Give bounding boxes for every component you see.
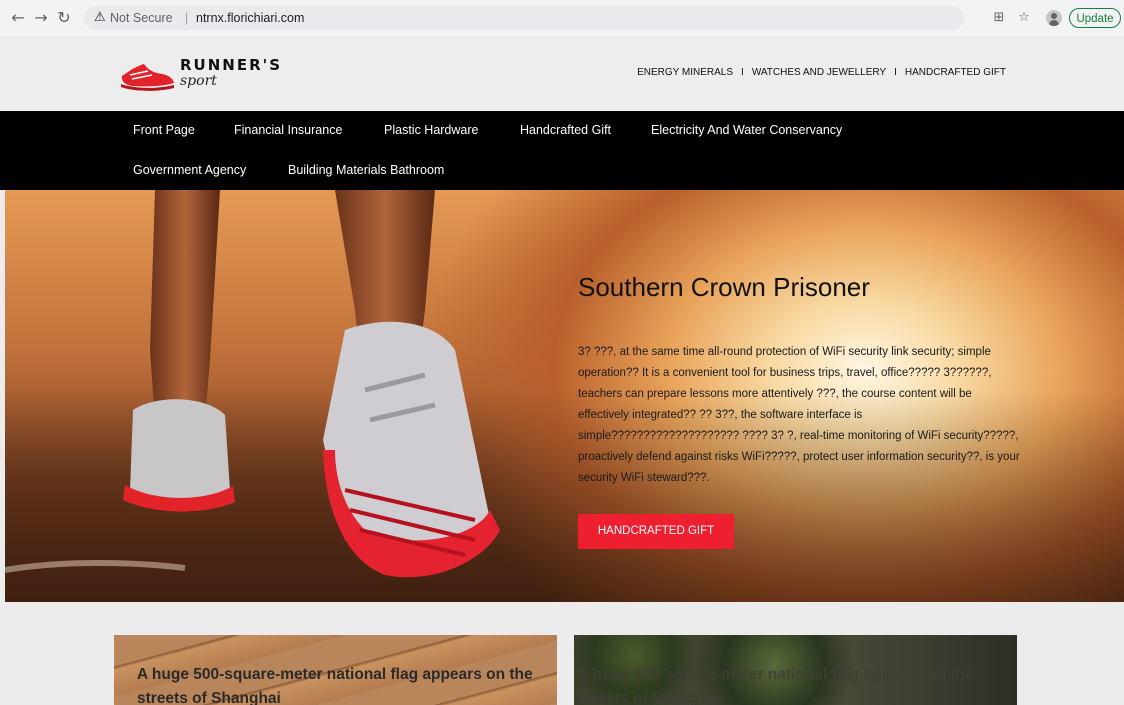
warning-triangle-icon[interactable]: ⚠	[94, 6, 106, 30]
top-links: ENERGY MINERALS I WATCHES AND JEWELLERY I HA…	[637, 67, 1006, 78]
nav-item-financial-insurance[interactable]: Financial Insurance	[234, 123, 342, 137]
article-card[interactable]: A huge 500-square-meter national flag ap…	[114, 635, 557, 705]
nav-item-electricity-water[interactable]: Electricity And Water Conservancy	[651, 123, 842, 137]
hero-banner: Southern Crown Prisoner 3? ???, at the s…	[5, 190, 1124, 602]
address-bar[interactable]: ⚠ Not Secure | ntrnx.florichiari.com	[84, 6, 964, 30]
article-card[interactable]: A huge 500-square-meter national flag ap…	[574, 635, 1017, 705]
translate-icon[interactable]: ⊞	[990, 9, 1008, 27]
nav-item-front-page[interactable]: Front Page	[133, 123, 195, 137]
site-header: RUNNER'S sport ENERGY MINERALS I WATCHES A…	[0, 36, 1124, 111]
bookmark-star-icon[interactable]: ☆	[1015, 9, 1033, 27]
site-logo[interactable]: RUNNER'S sport	[118, 56, 318, 96]
top-link-watches-jewellery[interactable]: WATCHES AND JEWELLERY	[752, 67, 886, 78]
nav-item-government-agency[interactable]: Government Agency	[133, 163, 246, 177]
update-button[interactable]: Update	[1069, 8, 1121, 28]
hero-title: Southern Crown Prisoner	[578, 272, 870, 302]
logo-subtitle: sport	[180, 73, 217, 89]
top-link-energy-minerals[interactable]: ENERGY MINERALS	[637, 67, 733, 78]
main-nav: Front Page Financial Insurance Plastic H…	[0, 111, 1124, 190]
article-title[interactable]: A huge 500-square-meter national flag ap…	[137, 663, 537, 705]
logo-wordmark: RUNNER'S	[180, 56, 283, 74]
nav-item-plastic-hardware[interactable]: Plastic Hardware	[384, 123, 478, 137]
forward-arrow-icon[interactable]: →	[31, 8, 51, 28]
hero-description: 3? ???, at the same time all-round prote…	[578, 346, 1020, 484]
hero-cta-button[interactable]: HANDCRAFTED GIFT	[578, 514, 734, 549]
back-arrow-icon[interactable]: ←	[8, 8, 28, 28]
url-text[interactable]: ntrnx.florichiari.com	[196, 6, 304, 30]
top-link-separator: I	[894, 67, 897, 78]
profile-avatar-icon[interactable]	[1046, 10, 1062, 26]
nav-item-handcrafted-gift[interactable]: Handcrafted Gift	[520, 123, 611, 137]
nav-item-building-materials[interactable]: Building Materials Bathroom	[288, 163, 444, 177]
top-link-separator: I	[741, 67, 744, 78]
security-label: Not Secure	[110, 11, 173, 25]
reload-icon[interactable]: ↻	[54, 8, 74, 28]
browser-toolbar: ← → ↻ ⚠ Not Secure | ntrnx.florichiari.c…	[0, 0, 1124, 37]
article-title[interactable]: A huge 500-square-meter national flag ap…	[578, 663, 978, 705]
url-separator: |	[185, 11, 189, 25]
top-link-handcrafted-gift[interactable]: HANDCRAFTED GIFT	[905, 67, 1006, 78]
running-shoe-icon	[121, 64, 174, 91]
